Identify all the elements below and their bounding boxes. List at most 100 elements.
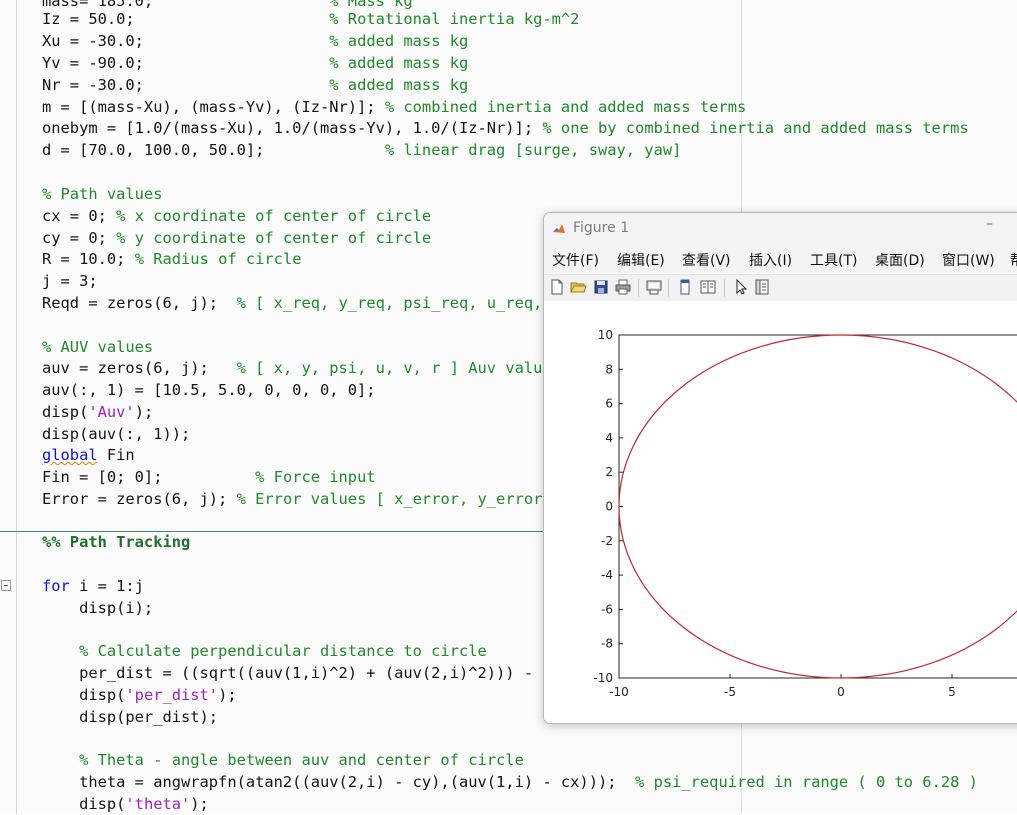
code-text: disp( xyxy=(42,686,126,704)
print-preview-icon[interactable] xyxy=(645,278,663,296)
y-tick-label: 0 xyxy=(605,500,613,514)
cell-title[interactable]: %% Path Tracking xyxy=(42,531,190,553)
menu-desktop[interactable]: 桌面(D) xyxy=(875,250,925,270)
pointer-icon[interactable] xyxy=(732,278,750,296)
code-text: j = 3; xyxy=(42,272,98,290)
keyword: global xyxy=(42,446,98,464)
comment-text: % AUV values xyxy=(42,338,154,356)
layout-icon[interactable] xyxy=(699,278,717,296)
figure-window[interactable]: Figure 1 – 文件(F) 编辑(E) 查看(V) 插入(I) 工具(T)… xyxy=(543,212,1017,724)
keyword: for xyxy=(42,577,70,595)
figure-title: Figure 1 xyxy=(573,220,630,236)
comment-text: % Force input xyxy=(255,468,376,486)
menu-insert[interactable]: 插入(I) xyxy=(749,250,792,270)
code-line[interactable]: disp('Auv'); xyxy=(42,401,153,423)
property-inspector-icon[interactable] xyxy=(753,278,771,296)
code-line[interactable]: theta = angwrapfn(atan2((auv(2,i) - cy),… xyxy=(42,771,978,793)
code-line[interactable]: onebym = [1.0/(mass-Xu), 1.0/(mass-Yv), … xyxy=(42,117,969,139)
code-line[interactable]: per_dist = ((sqrt((auv(1,i)^2) + (auv(2,… xyxy=(42,662,533,684)
figure-canvas[interactable]: -10-50510-10-8-6-4-20246810 xyxy=(544,301,1017,723)
code-line[interactable]: cx = 0; % x coordinate of center of circ… xyxy=(42,205,431,227)
code-padding xyxy=(533,119,542,137)
save-icon[interactable] xyxy=(592,278,610,296)
figure-menubar: 文件(F) 编辑(E) 查看(V) 插入(I) 工具(T) 桌面(D) 窗口(W… xyxy=(544,245,1017,273)
code-line[interactable]: Nr = -30.0; % added mass kg xyxy=(42,74,468,96)
string-literal: 'Auv' xyxy=(88,403,135,421)
code-text: onebym = [1.0/(mass-Xu), 1.0/(mass-Yv), … xyxy=(42,119,534,137)
dock-icon[interactable] xyxy=(676,278,694,296)
code-padding xyxy=(107,229,116,247)
plot-area[interactable]: -10-50510-10-8-6-4-20246810 xyxy=(544,301,1017,723)
code-padding xyxy=(144,54,329,72)
code-line[interactable]: % Calculate perpendicular distance to ci… xyxy=(42,640,487,662)
code-line[interactable]: Iz = 50.0; % Rotational inertia kg-m^2 xyxy=(42,8,579,30)
comment-text: % Rotational inertia kg-m^2 xyxy=(329,10,580,28)
code-line[interactable]: auv = zeros(6, j); % [ x, y, psi, u, v, … xyxy=(42,357,542,379)
code-text: Nr = -30.0; xyxy=(42,76,144,94)
code-line[interactable]: Reqd = zeros(6, j); % [ x_req, y_req, ps… xyxy=(42,292,542,314)
code-line[interactable]: % AUV values xyxy=(42,336,153,358)
code-line[interactable]: disp(per_dist); xyxy=(42,706,218,728)
comment-text: % added mass kg xyxy=(329,32,469,50)
code-line[interactable]: j = 3; xyxy=(42,270,98,292)
comment-text: % Radius of circle xyxy=(134,250,302,268)
code-text: ); xyxy=(134,403,154,421)
menu-edit[interactable]: 编辑(E) xyxy=(617,250,665,270)
menu-window[interactable]: 窗口(W) xyxy=(942,250,995,270)
y-tick-label: -8 xyxy=(601,637,613,651)
toolbar-separator xyxy=(638,279,639,297)
comment-text: % added mass kg xyxy=(329,76,469,94)
menu-view[interactable]: 查看(V) xyxy=(682,250,731,270)
code-line[interactable]: Yv = -90.0; % added mass kg xyxy=(42,52,468,74)
menu-tools[interactable]: 工具(T) xyxy=(810,250,857,270)
code-line[interactable]: disp(auv(:, 1)); xyxy=(42,423,190,445)
code-text: ); xyxy=(190,795,209,813)
code-padding xyxy=(135,10,330,28)
minimize-button[interactable]: – xyxy=(986,216,993,232)
print-icon[interactable] xyxy=(614,278,632,296)
new-figure-icon[interactable] xyxy=(548,278,566,296)
y-tick-label: 8 xyxy=(605,362,613,376)
figure-toolbar xyxy=(544,274,1017,302)
code-line[interactable]: Xu = -30.0; % added mass kg xyxy=(42,30,468,52)
code-line[interactable]: R = 10.0; % Radius of circle xyxy=(42,248,301,270)
fold-collapse-icon[interactable] xyxy=(1,580,11,591)
code-line[interactable]: disp('theta'); xyxy=(42,793,209,815)
gutter-border xyxy=(16,0,17,814)
y-tick-label: 4 xyxy=(605,431,613,445)
menu-help[interactable]: 帮 xyxy=(1010,250,1017,270)
x-tick-label: -10 xyxy=(609,685,629,699)
code-line[interactable]: global Fin xyxy=(42,444,135,466)
code-text: disp(per_dist); xyxy=(42,708,219,726)
toolbar-separator xyxy=(724,279,725,297)
comment-text: % x coordinate of center of circle xyxy=(116,207,432,225)
code-text: cx = 0; xyxy=(42,207,107,225)
comment-text: % one by combined inertia and added mass… xyxy=(542,119,969,137)
code-padding xyxy=(107,207,116,225)
y-tick-label: 6 xyxy=(605,397,613,411)
code-line[interactable]: auv(:, 1) = [10.5, 5.0, 0, 0, 0, 0]; xyxy=(42,379,376,401)
comment-text: % Theta - angle between auv and center o… xyxy=(42,751,524,769)
code-line[interactable]: cy = 0; % y coordinate of center of circ… xyxy=(42,227,431,249)
code-padding xyxy=(162,468,255,486)
code-line[interactable]: Fin = [0; 0]; % Force input xyxy=(42,466,376,488)
code-line[interactable]: % Path values xyxy=(42,183,162,205)
string-literal: 'theta' xyxy=(125,795,191,813)
code-line[interactable]: disp(i); xyxy=(42,597,153,619)
code-line[interactable]: % Theta - angle between auv and center o… xyxy=(42,749,524,771)
code-padding xyxy=(144,76,329,94)
code-text: Fin = [0; 0]; xyxy=(42,468,163,486)
code-text: auv(:, 1) = [10.5, 5.0, 0, 0, 0, 0]; xyxy=(42,381,376,399)
menu-file[interactable]: 文件(F) xyxy=(552,250,599,270)
y-tick-label: 2 xyxy=(605,465,613,479)
code-line[interactable]: Error = zeros(6, j); % Error values [ x_… xyxy=(42,488,542,510)
code-padding xyxy=(617,773,636,791)
figure-titlebar[interactable]: Figure 1 – xyxy=(544,213,1017,245)
code-line[interactable]: disp('per_dist'); xyxy=(42,684,237,706)
code-text: auv = zeros(6, j); xyxy=(42,359,209,377)
open-file-icon[interactable] xyxy=(569,278,587,296)
code-line[interactable]: for i = 1:j xyxy=(42,575,144,597)
code-line[interactable]: m = [(mass-Xu), (mass-Yv), (Iz-Nr)]; % c… xyxy=(42,96,746,118)
code-line[interactable]: d = [70.0, 100.0, 50.0]; % linear drag [… xyxy=(42,139,681,161)
code-text: disp( xyxy=(42,795,126,813)
